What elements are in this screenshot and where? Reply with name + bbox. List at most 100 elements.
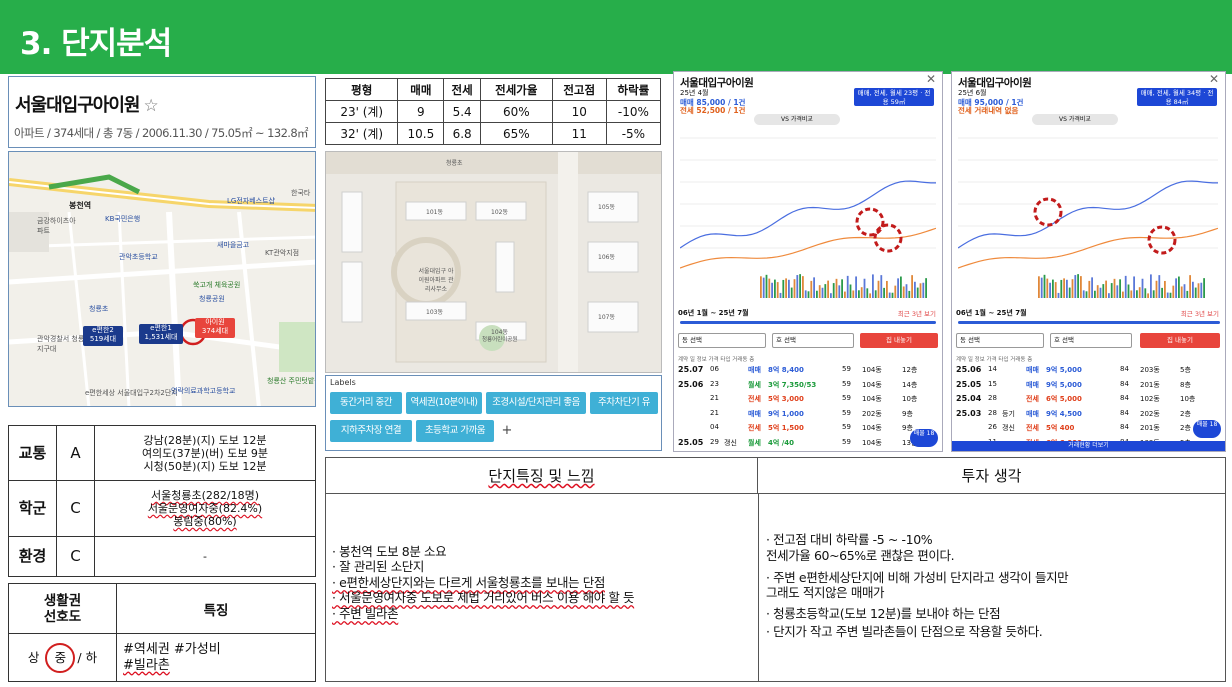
row-price: 6억 5,000	[1046, 395, 1082, 403]
plan-label: 101동	[426, 209, 443, 216]
add-label-button[interactable]: +	[498, 422, 516, 440]
row-dong: 104동	[862, 438, 882, 447]
row-fl: 8층	[1180, 380, 1191, 389]
table-row: 학군 C 서울청룡초(282/18명) 서울문영여자중(82.4%) 봉림중(80%…	[8, 480, 316, 537]
price-trend-chart	[958, 137, 1218, 298]
row-dong: 202동	[862, 409, 882, 418]
price-trend-chart	[680, 137, 936, 298]
price-th: 전세가율	[479, 78, 553, 101]
row-ym: 25.06	[956, 365, 982, 374]
labels-panel: Labels 동간거리 중간 역세권(10분이내) 조경시설/단지관리 좋음 주…	[325, 375, 662, 451]
more-transactions-button[interactable]: 거래현황 더보기	[952, 441, 1225, 451]
recent-3y-link[interactable]: 최근 3년 보기	[898, 308, 936, 318]
row-fl: 10층	[1180, 395, 1196, 403]
rent-price: 전세 거래내역 없음	[958, 106, 1019, 115]
row-area: 84	[1120, 379, 1129, 388]
row-d: 04	[710, 423, 719, 431]
row-ym: 25.05	[678, 437, 704, 447]
map-marker-iwon[interactable]: 아이원 374세대	[195, 318, 235, 338]
table-row: 교통 A 강남(28분)(지) 도보 12분 여의도(37분)(버) 도보 9분 시…	[8, 425, 316, 481]
row-price: 9억 1,000	[768, 409, 804, 418]
row-type: 매매	[748, 366, 761, 374]
ho-select[interactable]: 호 선택	[1050, 333, 1132, 348]
plan-label: 103동	[426, 309, 443, 316]
transaction-panel-23: 서울대입구아이원 ✕ 25년 4월 매매 85,000 / 1건 전세 52,5…	[673, 71, 943, 452]
compare-button[interactable]: VS 가격비교	[754, 114, 840, 125]
features-title: 단지특징 및 느낌	[326, 458, 758, 494]
row-info: 등기	[1002, 409, 1015, 418]
label-chip[interactable]: 주차차단기 유	[590, 392, 658, 414]
map-label: e편한세상 서울대입구2차2단지	[85, 389, 178, 397]
row-dong: 202동	[1140, 409, 1160, 418]
map-label: 금강하이츠아파트	[37, 217, 76, 235]
plan-label: 102동	[491, 209, 508, 216]
price-cell: 9	[397, 100, 445, 123]
listing-count-badge[interactable]: 매물 18	[1193, 420, 1221, 438]
preference-table: 생활권 선호도 특징 상 중 / 하 #역세권 #가성비 #빌라촌	[8, 583, 316, 682]
row-type: 매매	[748, 409, 761, 418]
map-label: 영락의료과학고등학교	[171, 387, 236, 395]
close-icon[interactable]: ✕	[1209, 72, 1219, 86]
investment-item: 그래도 적지않은 매매가	[766, 585, 885, 600]
period-slider[interactable]	[680, 321, 936, 324]
feature-item: · e편한세상단지와는 다르게 서울청룡초를 보내는 단점	[332, 575, 605, 590]
label-chip[interactable]: 동간거리 중간	[330, 392, 402, 414]
feature-item: · 잘 관리된 소단지	[332, 559, 424, 574]
map-label: 청룡산 주민텃밭공원	[267, 377, 315, 385]
row-type: 전세	[748, 395, 761, 403]
dong-select[interactable]: 동 선택	[678, 333, 766, 348]
map-label: LG전자베스트샵	[227, 197, 275, 205]
ho-select[interactable]: 호 선택	[772, 333, 854, 348]
row-dong: 104동	[862, 366, 882, 374]
label-chip[interactable]: 조경시설/단지관리 좋음	[486, 392, 586, 414]
compare-button[interactable]: VS 가격비교	[1032, 114, 1118, 125]
row-price: 9억 4,500	[1046, 409, 1082, 418]
grade-key: 환경	[8, 536, 57, 577]
price-cell: 60%	[479, 100, 553, 123]
row-d: 15	[988, 379, 997, 388]
row-type: 전세	[1026, 424, 1039, 432]
listing-count-badge[interactable]: 매물 18	[910, 429, 938, 447]
dong-select[interactable]: 동 선택	[956, 333, 1044, 348]
map-marker-e2[interactable]: e편한2 519세대	[83, 326, 123, 346]
row-dong: 104동	[862, 424, 882, 432]
row-fl: 12층	[902, 366, 918, 374]
list-home-button[interactable]: 집 내놓기	[860, 333, 938, 348]
table-row: 상 중 / 하 #역세권 #가성비 #빌라촌	[8, 633, 316, 682]
period-slider[interactable]	[958, 321, 1220, 324]
list-home-button[interactable]: 집 내놓기	[1140, 333, 1220, 348]
type-selector-button[interactable]: 매매, 전세, 월세 23평 · 전용 59㎡	[854, 88, 934, 106]
price-th: 하락률	[605, 78, 662, 101]
investment-item: · 주변 e편한세상단지에 비해 가성비 단지라고 생각이 들지만	[766, 570, 1069, 585]
price-cell: 23' (계)	[324, 100, 399, 123]
plan-label: 청룡초	[446, 160, 463, 167]
row-area: 84	[1120, 423, 1129, 431]
row-area: 59	[842, 365, 851, 373]
list-header: 계약 일 정보 가격 타입 거래동 층	[956, 357, 1033, 363]
row-d: 21	[710, 394, 719, 402]
close-icon[interactable]: ✕	[926, 72, 936, 86]
row-type: 매매	[1026, 366, 1039, 374]
row-price: 9억 5,000	[1046, 380, 1082, 389]
label-chip[interactable]: 역세권(10분이내)	[406, 392, 482, 414]
map-label: KT관악지점	[265, 249, 300, 257]
recent-3y-link[interactable]: 최근 3년 보기	[1181, 308, 1219, 318]
location-map[interactable]: 봉천역 KB국민은행 LG전자베스트샵 한국타 금강하이츠아파트 새마을금고 관…	[8, 151, 316, 407]
label-chip[interactable]: 초등학교 가까움	[416, 420, 494, 442]
row-fl: 2층	[1180, 409, 1191, 418]
type-selector-button[interactable]: 매매, 전세, 월세 34평 · 전용 84㎡	[1137, 88, 1217, 106]
location-grade-table: 교통 A 강남(28분)(지) 도보 12분 여의도(37분)(버) 도보 9분 시…	[8, 425, 316, 577]
row-type: 매매	[1026, 380, 1039, 389]
row-ym: 25.06	[678, 379, 704, 389]
label-chip[interactable]: 지하주차장 연결	[330, 420, 412, 442]
period-range: 06년 1월 ~ 25년 7월	[956, 309, 1027, 317]
analysis-notes: 단지특징 및 느낌 투자 생각 · 봉천역 도보 8분 소요 · 잘 관리된 소…	[325, 457, 1226, 682]
row-d: 28	[988, 394, 997, 402]
star-icon[interactable]: ☆	[143, 96, 158, 116]
labels-caption: Labels	[330, 378, 356, 387]
row-info: 갱신	[724, 438, 737, 447]
map-label: 관악경찰서 청룡지구대	[37, 335, 85, 353]
map-marker-e1[interactable]: e편한1 1,531세대	[139, 324, 183, 344]
grade-value: C	[56, 536, 95, 577]
site-plan[interactable]: 서울대입구 아이원아파트 관리사무소 청룡초 청룡어린이공원 101동 102동…	[325, 151, 662, 373]
